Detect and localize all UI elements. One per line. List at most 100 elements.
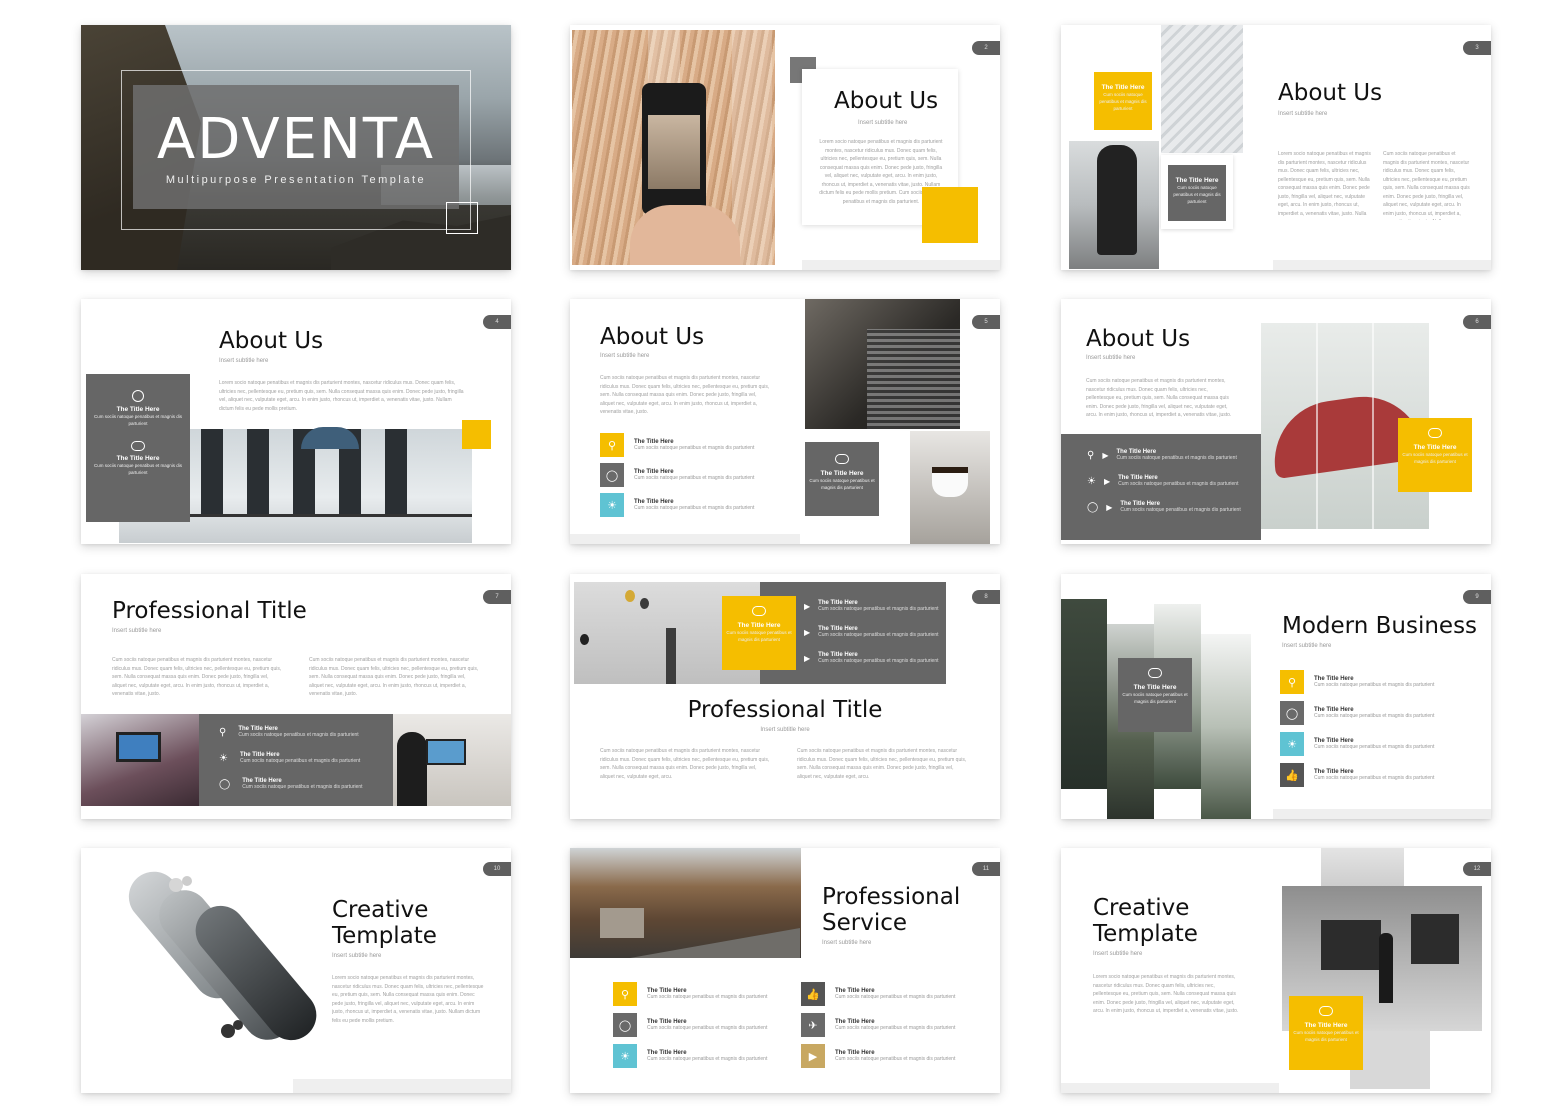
search-icon: ⚲: [1280, 670, 1304, 694]
play-icon: ▶: [804, 653, 811, 663]
title-box-yellow: The Title Here Cum sociis natoque penati…: [1289, 996, 1363, 1070]
slide-number: 6: [1463, 315, 1491, 329]
slide-3-about-us[interactable]: 3 The Title Here Cum sociis natoque pena…: [1061, 25, 1491, 270]
lightbulb-icon: ◯: [1087, 501, 1099, 513]
feature-row: ☀ ▶ The Title Here Cum sociis natoque pena…: [1087, 475, 1239, 487]
laptop-keyboard-photo: [867, 329, 960, 429]
balloon: [640, 598, 649, 609]
title-box-gray: The Title Here Cum sociis natoque penati…: [1168, 165, 1226, 221]
body-text-col-2: Cum sociis natoque penatibus et magnis d…: [309, 657, 479, 697]
monitor-screen: [426, 739, 466, 765]
feature-row: ◯ The Title Here Cum sociis natoque penat…: [219, 778, 363, 790]
lightbulb-icon: ◯: [219, 778, 231, 790]
slide-9-modern-business[interactable]: 9 The Title Here Cum sociis natoque pena…: [1061, 574, 1491, 819]
slide-title-line-1: Creative: [332, 897, 429, 923]
house-shape: [600, 908, 644, 938]
title-box-gray: The Title Here Cum sociis natoque penati…: [805, 442, 879, 516]
phone-screen: [648, 115, 700, 189]
search-icon: ⚲: [1087, 449, 1095, 461]
slide-number: 3: [1463, 41, 1491, 55]
feature-row: ⚲ The Title Here Cum sociis natoque penat…: [613, 982, 767, 1006]
garage-door: [1321, 920, 1381, 970]
feature-row: ▶ The Title Here Cum sociis natoque penat…: [804, 652, 939, 664]
slide-title: About Us: [1086, 326, 1191, 352]
feature-row: ◯ The Title Here Cum sociis natoque penat…: [600, 463, 754, 487]
title-box-yellow: The Title Here Cum sociis natoque penati…: [1094, 72, 1152, 130]
title-box-yellow: The Title Here Cum sociis natoque penati…: [1398, 418, 1472, 492]
body-text-col-1: Cum sociis natoque penatibus et magnis d…: [600, 748, 770, 780]
yellow-square-accent: [462, 420, 491, 449]
slide-title-line-2: Template: [332, 923, 437, 949]
monitor-screen: [116, 732, 161, 762]
slide-2-about-us[interactable]: 2 About Us Insert subtitle here Lorem so…: [570, 25, 1000, 270]
body-text: Lorem socio natoque penatibus et magnis …: [1093, 974, 1239, 1014]
slide-subtitle: Insert subtitle here: [332, 953, 382, 959]
slide-11-professional-service[interactable]: 11 Professional Service Insert subtitle …: [570, 848, 1000, 1093]
lightbulb-icon: ◯: [613, 1013, 637, 1037]
slide-number: 8: [972, 590, 1000, 604]
chat-icon: [1148, 668, 1162, 678]
play-icon: ▶: [804, 601, 811, 611]
slide-6-about-us[interactable]: 6 About Us Insert subtitle here Cum soci…: [1061, 299, 1491, 544]
feature-row: ☀ The Title Here Cum sociis natoque penat…: [219, 752, 361, 764]
slide-1-cover[interactable]: ADVENTA Multipurpose Presentation Templa…: [81, 25, 511, 270]
sun-icon: ☀: [600, 493, 624, 517]
slide-number: 7: [483, 590, 511, 604]
slide-title-line-1: Creative: [1093, 895, 1190, 921]
slide-title: Professional Title: [687, 697, 883, 723]
cover-subtitle: Multipurpose Presentation Template: [165, 174, 427, 186]
sun-icon: ☀: [1087, 475, 1096, 487]
slide-7-professional-title[interactable]: 7 Professional Title Insert subtitle her…: [81, 574, 511, 819]
dot: [233, 1020, 243, 1030]
slide-title: About Us: [600, 324, 705, 350]
slide-title: About Us: [834, 88, 939, 114]
slide-4-about-us[interactable]: 4 About Us Insert subtitle here Lorem so…: [81, 299, 511, 544]
footer-bar: [1061, 1083, 1279, 1093]
slide-subtitle: Insert subtitle here: [760, 727, 810, 733]
skater-figure: [1097, 145, 1137, 255]
slide-number: 4: [483, 315, 511, 329]
feature-row: ◯ ▶ The Title Here Cum sociis natoque pena…: [1087, 501, 1241, 513]
slide-title-line-2: Service: [822, 910, 908, 936]
photo-divider: [1372, 323, 1374, 529]
thumbs-up-icon: 👍: [801, 982, 825, 1006]
feature-row: ⚲ The Title Here Cum sociis natoque penat…: [1280, 670, 1434, 694]
slide-subtitle: Insert subtitle here: [1278, 111, 1328, 117]
slide-number: 12: [1463, 862, 1491, 876]
slide-subtitle: Insert subtitle here: [1086, 355, 1136, 361]
body-text: Lorem socio natoque penatibus et magnis …: [332, 975, 484, 1024]
feature-row: ⚲ ▶ The Title Here Cum sociis natoque pena…: [1087, 449, 1237, 461]
slide-number: 11: [972, 862, 1000, 876]
feature-row: ◯ The Title Here Cum sociis natoque penat…: [613, 1013, 767, 1037]
title-box-yellow: The Title Here Cum sociis natoque penati…: [722, 596, 796, 670]
slide-subtitle: Insert subtitle here: [112, 628, 162, 634]
slide-title: Modern Business: [1282, 613, 1478, 639]
slide-12-creative-template[interactable]: 12 Creative Template Insert subtitle her…: [1061, 848, 1491, 1093]
feature-row: 👍 The Title Here Cum sociis natoque penat…: [801, 982, 955, 1006]
play-icon: ▶: [1102, 450, 1109, 460]
slide-subtitle: Insert subtitle here: [600, 353, 650, 359]
slide-subtitle: Insert subtitle here: [1093, 951, 1143, 957]
title-box-gray: The Title Here Cum sociis natoque penati…: [1118, 658, 1192, 732]
slide-8-professional-title[interactable]: 8 The Title Here Cum sociis natoque pena…: [570, 574, 1000, 819]
slide-subtitle: Insert subtitle here: [858, 120, 908, 126]
play-icon: ▶: [1103, 476, 1111, 486]
footer-bar: [293, 1079, 511, 1093]
dot: [169, 878, 183, 892]
person-silhouette: [397, 732, 427, 806]
body-text-col-2: Cum sociis natoque penatibus et magnis d…: [797, 748, 967, 780]
body-text: Cum sociis natoque penatibus et magnis d…: [1086, 378, 1232, 417]
slide-5-about-us[interactable]: 5 About Us Insert subtitle here Cum soci…: [570, 299, 1000, 544]
sun-icon: ☀: [219, 752, 228, 764]
photo-strip-overlay: [732, 30, 772, 265]
body-text-col-1: Cum sociis natoque penatibus et magnis d…: [112, 657, 282, 697]
slide-10-creative-template[interactable]: 10 Creative Template Insert subtitle her…: [81, 848, 511, 1093]
slide-subtitle: Insert subtitle here: [219, 358, 269, 364]
forest-strip-1: [1061, 599, 1107, 789]
play-icon: ▶: [804, 627, 811, 637]
slide-number: 9: [1463, 590, 1491, 604]
feature-row: ◯ The Title Here Cum sociis natoque penat…: [1280, 701, 1434, 725]
sun-icon: ☀: [613, 1044, 637, 1068]
photo-divider: [1316, 323, 1318, 529]
balloon: [580, 634, 589, 645]
